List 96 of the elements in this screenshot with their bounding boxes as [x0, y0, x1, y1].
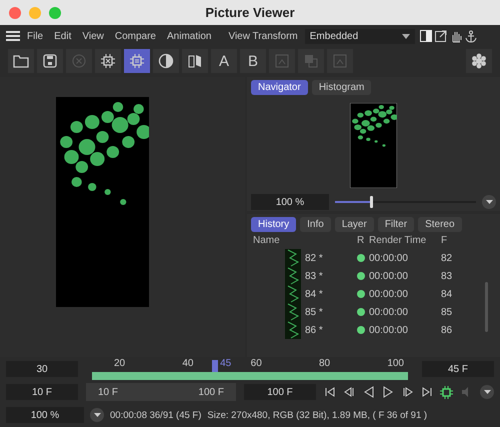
start-frame-field[interactable]: 10 F	[6, 384, 78, 400]
table-cell-text: 83	[441, 270, 454, 282]
panel-tab[interactable]: Info	[300, 217, 331, 232]
column-header: F	[441, 235, 448, 248]
current-frame-label: 45	[220, 358, 232, 369]
view-transform-dropdown[interactable]: Embedded	[304, 28, 415, 44]
timeline-tick-label: 40	[182, 358, 194, 370]
menu-item[interactable]: View	[78, 30, 108, 42]
flower-icon	[471, 53, 487, 69]
layers-icon	[303, 53, 319, 69]
current-frame-field[interactable]: 45 F	[422, 361, 494, 377]
panel-tab[interactable]: History	[251, 217, 296, 232]
skip-to-end-icon[interactable]	[420, 386, 433, 398]
play-icon[interactable]	[382, 386, 394, 398]
menu-item[interactable]: Edit	[50, 30, 76, 42]
table-cell-text: 86	[441, 324, 454, 336]
caret-icon	[94, 413, 100, 417]
timeline-tick-label: 100	[387, 358, 404, 370]
table-cell[interactable]: 84 *	[305, 288, 323, 300]
compare-icon	[187, 53, 203, 69]
panel-tab[interactable]: Histogram	[312, 80, 372, 95]
menu-item[interactable]: Compare	[110, 30, 160, 42]
range-field[interactable]: 10 F 100 F	[86, 383, 236, 401]
frame-thumbnail-drawing	[285, 267, 301, 285]
toolbar-button[interactable]	[153, 49, 179, 73]
step-forward-icon[interactable]	[402, 386, 414, 398]
table-cell-text: 00:00:00	[369, 324, 409, 336]
fps-field[interactable]: 30	[6, 361, 78, 377]
timeline-track[interactable]	[92, 372, 408, 380]
column-header: Name	[253, 235, 281, 248]
skip-to-start-icon[interactable]	[324, 386, 336, 398]
toolbar-button[interactable]	[182, 49, 208, 73]
toolbar-button[interactable]	[8, 49, 34, 73]
table-cell-text: 85	[441, 306, 454, 318]
table-cell[interactable]: 83 *	[305, 270, 323, 282]
chip-icon	[100, 53, 116, 69]
anchor-icon[interactable]	[464, 30, 477, 42]
toolbar-button[interactable]: A	[211, 49, 237, 73]
caret-icon	[484, 390, 490, 394]
chip-icon[interactable]	[440, 386, 454, 398]
zoom-field[interactable]: 100 %	[251, 194, 329, 210]
frame-thumbnail-drawing	[285, 285, 301, 303]
table-cell-text: 82	[441, 252, 454, 264]
menu-item[interactable]: Animation	[163, 30, 216, 42]
chip-icon	[129, 53, 145, 69]
step-back-icon[interactable]	[343, 386, 356, 398]
timecode-text: 00:00:08 36/91 (45 F)	[110, 410, 202, 420]
zoom-slider[interactable]	[335, 196, 476, 208]
panel-tab[interactable]: Layer	[334, 217, 374, 232]
save-icon	[42, 53, 58, 69]
settings-button[interactable]	[466, 49, 492, 73]
frame-thumbnail-drawing	[285, 303, 301, 321]
dropdown-button[interactable]	[480, 385, 494, 399]
toolbar-button[interactable]	[37, 49, 63, 73]
toolbar-button[interactable]	[124, 49, 150, 73]
panel-tab[interactable]: Stereo	[418, 217, 462, 232]
caret-icon	[402, 34, 410, 38]
column-header: R	[357, 235, 366, 248]
panel-tab[interactable]: Filter	[378, 217, 414, 232]
table-cell-text: 84	[441, 288, 454, 300]
external-link-icon[interactable]	[434, 30, 447, 42]
timeline-tick-label: 60	[250, 358, 262, 370]
frame-thumbnail-drawing	[285, 249, 301, 267]
toolbar-button[interactable]: B	[240, 49, 266, 73]
window-title: Picture Viewer	[205, 5, 295, 20]
toolbar-button[interactable]	[95, 49, 121, 73]
play-backward-icon[interactable]	[362, 386, 375, 398]
contrast-icon	[158, 53, 174, 69]
cancel-icon	[71, 53, 87, 69]
menu-icon[interactable]	[6, 30, 20, 42]
menu-item[interactable]: File	[23, 30, 48, 42]
scrollbar[interactable]	[485, 282, 488, 332]
table-cell[interactable]: 85 *	[305, 306, 323, 318]
timeline-tick-label: 80	[318, 358, 330, 370]
timeline-tick-label: 20	[114, 358, 126, 370]
dropdown-button[interactable]	[482, 195, 496, 209]
split-view-icon[interactable]	[420, 30, 432, 42]
end-frame-field[interactable]: 100 F	[244, 384, 316, 400]
view-transform-label: View Transform	[227, 30, 299, 42]
table-cell-text: 00:00:00	[369, 252, 409, 264]
image-frame-icon	[332, 53, 348, 69]
table-cell[interactable]: 86 *	[305, 324, 323, 336]
playhead-handle[interactable]	[212, 360, 218, 372]
table-cell-text: 00:00:00	[369, 270, 409, 282]
table-cell[interactable]: 82 *	[305, 252, 323, 264]
folder-icon	[13, 53, 29, 69]
panel-tab[interactable]: Navigator	[251, 80, 308, 95]
image-info-text: Size: 270x480, RGB (32 Bit), 1.89 MB, ( F 36 of 91 )	[207, 410, 428, 420]
column-header: Render Time	[369, 235, 428, 248]
image-frame-icon	[274, 53, 290, 69]
frame-thumbnail-drawing	[285, 321, 301, 339]
table-cell-text: 00:00:00	[369, 288, 409, 300]
dropdown-button[interactable]	[90, 408, 104, 422]
caret-icon	[486, 200, 492, 204]
table-cell-text: 00:00:00	[369, 306, 409, 318]
zoom-field[interactable]: 100 %	[6, 407, 84, 423]
